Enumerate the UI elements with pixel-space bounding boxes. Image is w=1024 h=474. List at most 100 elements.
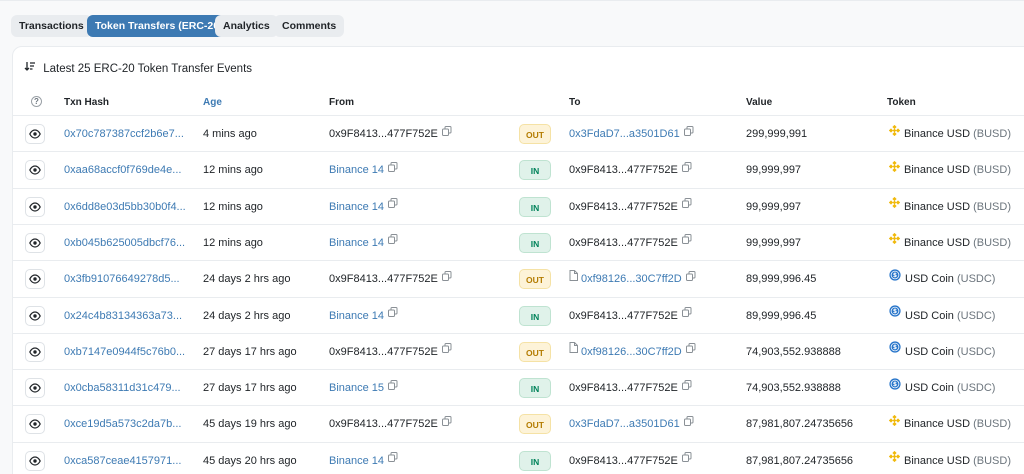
token-name[interactable]: USD Coin: [905, 382, 954, 394]
copy-icon[interactable]: [441, 405, 452, 441]
from-address-text[interactable]: Binance 14: [329, 310, 384, 322]
to-address: 0x9F8413...477F752E: [569, 225, 692, 261]
token-transfers-card: Latest 25 ERC-20 Token Transfer Events ?…: [12, 46, 1024, 474]
token-name[interactable]: Binance USD: [904, 455, 970, 467]
token-name[interactable]: USD Coin: [905, 273, 954, 285]
from-address: Binance 14: [329, 225, 398, 261]
token-name[interactable]: Binance USD: [904, 201, 970, 213]
to-address-text: 0x9F8413...477F752E: [569, 454, 678, 467]
txn-hash-link[interactable]: 0x70c787387ccf2b6e7...: [64, 116, 184, 152]
to-address: 0x3FdaD7...a3501D61: [569, 116, 694, 152]
view-details-eye-icon[interactable]: [25, 305, 45, 326]
to-address: 0x9F8413...477F752E: [569, 443, 692, 474]
token-link[interactable]: $ USD Coin (USDC): [889, 334, 995, 370]
help-icon[interactable]: ?: [31, 96, 42, 107]
to-address: 0xf98126...30C7ff2D: [569, 261, 696, 297]
column-header-value: Value: [746, 97, 773, 108]
token-name[interactable]: Binance USD: [904, 418, 970, 430]
view-details-eye-icon[interactable]: [25, 378, 45, 399]
token-symbol: (USDC): [956, 345, 996, 358]
txn-hash-link[interactable]: 0x0cba58311d31c479...: [64, 370, 181, 406]
txn-hash-link[interactable]: 0xca587ceae4157971...: [64, 443, 181, 474]
view-details-eye-icon[interactable]: [25, 414, 45, 435]
tab-comments[interactable]: Comments: [274, 15, 345, 37]
copy-icon[interactable]: [681, 187, 692, 223]
copy-icon[interactable]: [441, 332, 452, 368]
token-link[interactable]: Binance USD (BUSD): [888, 152, 1011, 188]
txn-hash-link[interactable]: 0xaa68accf0f769de4e...: [64, 152, 181, 188]
binance-icon: [888, 223, 901, 259]
direction-badge: OUT: [519, 269, 551, 290]
copy-icon[interactable]: [388, 296, 398, 332]
to-address-text[interactable]: 0x3FdaD7...a3501D61: [569, 128, 680, 140]
view-details-eye-icon[interactable]: [25, 196, 45, 217]
from-address: Binance 14: [329, 298, 398, 334]
token-name[interactable]: USD Coin: [905, 346, 954, 358]
copy-icon[interactable]: [683, 115, 694, 151]
copy-icon[interactable]: [388, 369, 398, 405]
token-name[interactable]: Binance USD: [904, 164, 970, 176]
copy-icon[interactable]: [681, 369, 692, 405]
txn-hash-link[interactable]: 0xb7147e0944f5c76b0...: [64, 334, 185, 370]
copy-icon[interactable]: [681, 151, 692, 187]
from-address-text[interactable]: Binance 14: [329, 455, 384, 467]
to-address-text[interactable]: 0xf98126...30C7ff2D: [581, 346, 682, 358]
to-address: 0xf98126...30C7ff2D: [569, 334, 696, 370]
view-details-eye-icon[interactable]: [25, 232, 45, 253]
value-amount: 74,903,552.938888: [746, 345, 841, 358]
txn-hash-link[interactable]: 0x24c4b83134363a73...: [64, 298, 182, 334]
column-header-age[interactable]: Age: [203, 97, 222, 108]
txn-hash-link[interactable]: 0xce19d5a573c2da7b...: [64, 406, 181, 442]
value-amount: 89,999,996.45: [746, 309, 817, 322]
token-link[interactable]: Binance USD (BUSD): [888, 116, 1011, 152]
tab-token-transfers[interactable]: Token Transfers (ERC-20): [87, 15, 231, 37]
copy-icon[interactable]: [388, 151, 398, 187]
age-text: 4 mins ago: [203, 128, 257, 140]
from-address-text[interactable]: Binance 14: [329, 201, 384, 213]
copy-icon[interactable]: [681, 296, 692, 332]
copy-icon[interactable]: [388, 223, 398, 259]
to-address: 0x9F8413...477F752E: [569, 189, 692, 225]
value-amount: 87,981,807.24735656: [746, 418, 854, 431]
txn-hash-link[interactable]: 0xb045b625005dbcf76...: [64, 225, 185, 261]
copy-icon[interactable]: [683, 405, 694, 441]
view-details-eye-icon[interactable]: [25, 124, 45, 144]
view-details-eye-icon[interactable]: [25, 450, 45, 471]
copy-icon[interactable]: [681, 223, 692, 259]
value-amount: 99,999,997: [746, 200, 802, 213]
copy-icon[interactable]: [388, 441, 398, 474]
from-address-text[interactable]: Binance 15: [329, 382, 384, 394]
from-address-text[interactable]: Binance 14: [329, 237, 384, 249]
token-name[interactable]: USD Coin: [905, 310, 954, 322]
copy-icon[interactable]: [681, 441, 692, 474]
token-link[interactable]: Binance USD (BUSD): [888, 189, 1011, 225]
sort-desc-icon[interactable]: [24, 61, 36, 75]
token-symbol: (BUSD): [973, 128, 1011, 140]
value-amount: 87,981,807.24735656: [746, 454, 854, 467]
token-name[interactable]: Binance USD: [904, 128, 970, 140]
view-details-eye-icon[interactable]: [25, 341, 45, 362]
view-details-eye-icon[interactable]: [25, 269, 45, 290]
from-address-text[interactable]: Binance 14: [329, 164, 384, 176]
token-link[interactable]: $ USD Coin (USDC): [889, 261, 995, 297]
txn-hash-link[interactable]: 0x3fb91076649278d5...: [64, 261, 180, 297]
tab-analytics[interactable]: Analytics: [215, 15, 278, 37]
token-link[interactable]: Binance USD (BUSD): [888, 406, 1011, 442]
token-link[interactable]: Binance USD (BUSD): [888, 223, 1011, 261]
copy-icon[interactable]: [388, 187, 398, 223]
binance-icon: [888, 441, 901, 474]
view-details-eye-icon[interactable]: [25, 160, 45, 181]
to-address-text[interactable]: 0x3FdaD7...a3501D61: [569, 418, 680, 430]
txn-hash-link[interactable]: 0x6dd8e03d5bb30b0f4...: [64, 189, 186, 225]
to-address-text[interactable]: 0xf98126...30C7ff2D: [581, 273, 682, 285]
copy-icon[interactable]: [685, 332, 696, 368]
token-link[interactable]: $ USD Coin (USDC): [889, 298, 995, 334]
copy-icon[interactable]: [441, 260, 452, 296]
token-link[interactable]: Binance USD (BUSD): [888, 441, 1011, 474]
column-header-txn-hash: Txn Hash: [64, 97, 110, 108]
copy-icon[interactable]: [441, 115, 452, 151]
copy-icon[interactable]: [685, 260, 696, 296]
token-name[interactable]: Binance USD: [904, 237, 970, 249]
tab-transactions[interactable]: Transactions: [11, 15, 92, 37]
token-link[interactable]: $ USD Coin (USDC): [889, 370, 995, 406]
